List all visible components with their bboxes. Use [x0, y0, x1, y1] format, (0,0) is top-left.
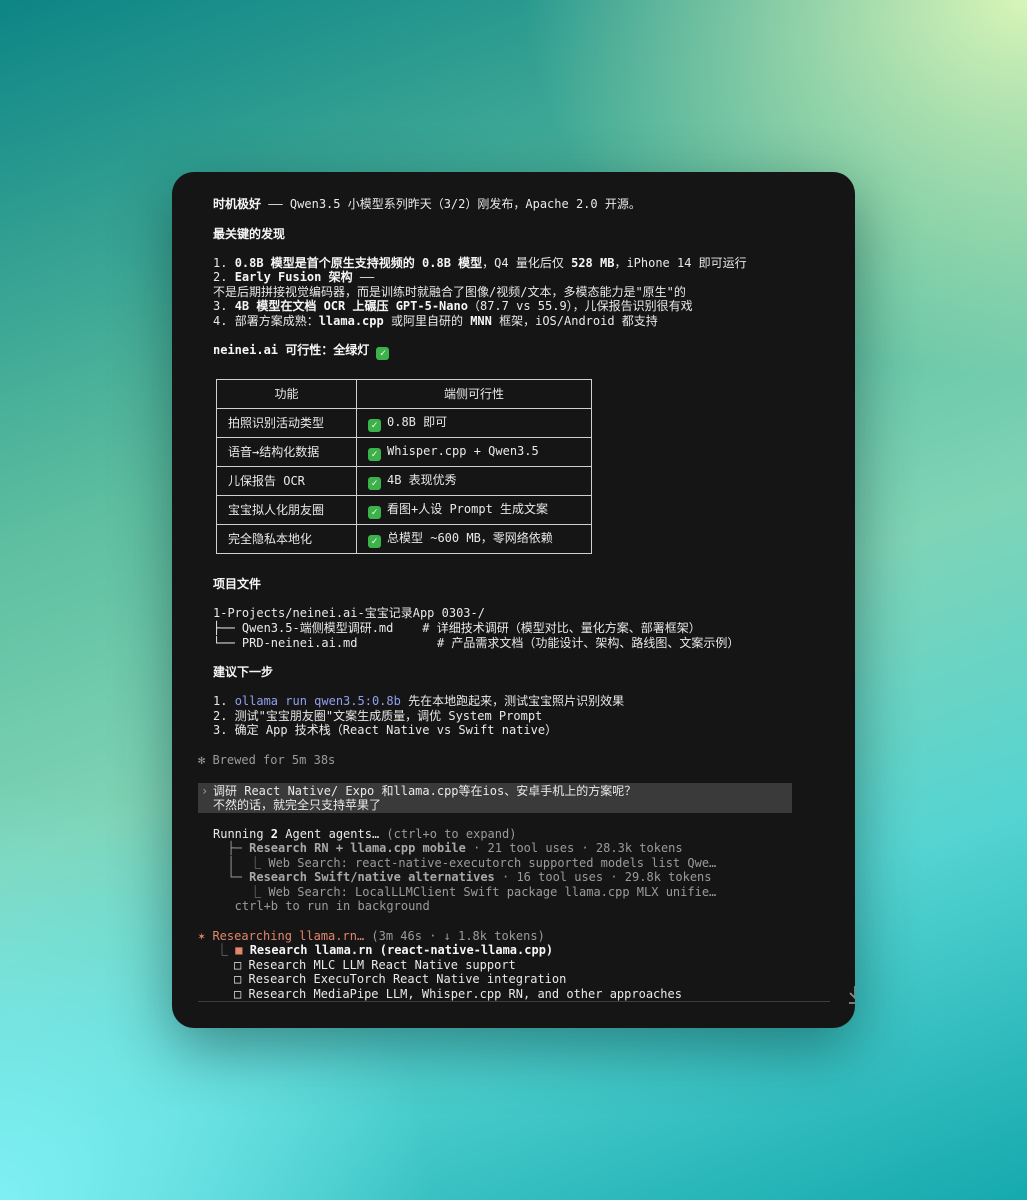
check-icon: ✓ — [368, 418, 381, 432]
finding-1: 1. 0.8B 模型是首个原生支持视频的 0.8B 模型，Q4 量化后仅 528… — [213, 256, 747, 270]
task-item: ⎿ ■ Research llama.rn (react-native-llam… — [216, 943, 554, 957]
task-pending-icon: □ — [234, 958, 242, 972]
file-entry-prd: └── PRD-neinei.ai.md # 产品需求文档（功能设计、架构、路线… — [213, 636, 740, 650]
prompt-line-2: 不然的话，就完全只支持苹果了 — [213, 798, 382, 812]
command-link[interactable]: ollama run qwen3.5:0.8b — [235, 694, 401, 708]
table-header-feasibility: 端侧可行性 — [356, 379, 592, 409]
table-cell-feasibility: ✓ 0.8B 即可 — [356, 408, 592, 438]
table-cell-feature: 完全隐私本地化 — [216, 524, 357, 554]
agent-item[interactable]: └─ Research Swift/native alternatives · … — [213, 870, 711, 885]
check-icon: ✓ — [368, 476, 381, 490]
researching-status: ✶ Researching llama.rn… (3m 46s · ↓ 1.8k… — [198, 929, 545, 943]
table-cell-feature: 宝宝拟人化朋友圈 — [216, 495, 357, 525]
table-header-row: 功能 端侧可行性 — [216, 379, 592, 409]
file-entry-research: ├── Qwen3.5-端侧模型调研.md # 详细技术调研（模型对比、量化方案… — [213, 621, 701, 635]
next-step-3: 3. 确定 App 技术栈（React Native vs Swift nati… — [213, 723, 558, 737]
input-divider — [198, 1001, 830, 1002]
next-steps-heading: 建议下一步 — [213, 665, 274, 679]
task-item: □ Research MediaPipe LLM, Whisper.cpp RN… — [234, 987, 682, 1001]
table-header-feature: 功能 — [216, 379, 357, 409]
table-cell-feasibility: ✓ 看图+人设 Prompt 生成文案 — [356, 495, 592, 525]
finding-4: 4. 部署方案成熟：llama.cpp 或阿里自研的 MNN 框架，iOS/An… — [213, 314, 658, 328]
table-row: 拍照识别活动类型 ✓ 0.8B 即可 — [216, 408, 592, 438]
agent-subtask: │ ⎿ Web Search: react-native-executorch … — [213, 856, 717, 870]
table-cell-feature: 语音→结构化数据 — [216, 437, 357, 467]
table-cell-feasibility: ✓ Whisper.cpp + Qwen3.5 — [356, 437, 592, 467]
table-row: 儿保报告 OCR ✓ 4B 表现优秀 — [216, 466, 592, 496]
files-root: 1-Projects/neinei.ai-宝宝记录App 0303-/ — [213, 606, 485, 620]
check-icon: ✓ — [368, 534, 381, 548]
table-row: 宝宝拟人化朋友圈 ✓ 看图+人设 Prompt 生成文案 — [216, 495, 592, 525]
check-icon: ✓ — [376, 347, 390, 360]
table-cell-feasibility: ✓ 4B 表现优秀 — [356, 466, 592, 496]
finding-2: 2. Early Fusion 架构 —— — [213, 270, 382, 284]
task-pending-icon: □ — [234, 987, 242, 1001]
terminal-window: 时机极好 —— Qwen3.5 小模型系列昨天（3/2）刚发布，Apache 2… — [172, 172, 855, 1028]
intro-line: 时机极好 —— Qwen3.5 小模型系列昨天（3/2）刚发布，Apache 2… — [213, 197, 641, 211]
spinner-icon: ✶ — [198, 929, 213, 943]
task-item: □ Research MLC LLM React Native support — [234, 958, 516, 972]
table-cell-feature: 儿保报告 OCR — [216, 466, 357, 496]
task-active-icon: ■ — [235, 943, 243, 957]
check-icon: ✓ — [368, 447, 381, 461]
agents-running: Running 2 Agent agents… (ctrl+o to expan… — [213, 827, 517, 841]
check-icon: ✓ — [368, 505, 381, 519]
table-cell-feasibility: ✓ 总模型 ~600 MB，零网络依赖 — [356, 524, 592, 554]
task-pending-icon: □ — [234, 972, 242, 986]
next-step-2: 2. 测试"宝宝朋友圈"文案生成质量，调优 System Prompt — [213, 709, 543, 723]
agent-item[interactable]: ├─ Research RN + llama.cpp mobile · 21 t… — [213, 841, 682, 856]
finding-2-cont: 不是后期拼接视觉编码器，而是训练时就融合了图像/视频/文本，多模态能力是"原生"… — [213, 285, 686, 299]
prompt-caret-icon: › — [201, 784, 209, 798]
agent-subtask: ⎿ Web Search: LocalLLMClient Swift packa… — [213, 885, 717, 899]
table-row: 完全隐私本地化 ✓ 总模型 ~600 MB，零网络依赖 — [216, 524, 592, 554]
feasibility-heading: neinei.ai 可行性：全绿灯 ✓ — [213, 343, 395, 360]
task-item: □ Research ExecuTorch React Native integ… — [234, 972, 567, 986]
table-cell-feature: 拍照识别活动类型 — [216, 408, 357, 438]
scroll-down-icon[interactable] — [804, 969, 855, 1004]
terminal-output: 时机极好 —— Qwen3.5 小模型系列昨天（3/2）刚发布，Apache 2… — [172, 172, 855, 1028]
findings-heading: 最关键的发现 — [213, 227, 286, 241]
files-heading: 项目文件 — [213, 577, 262, 591]
next-step-1: 1. ollama run qwen3.5:0.8b 先在本地跑起来，测试宝宝照… — [213, 694, 625, 708]
table-row: 语音→结构化数据 ✓ Whisper.cpp + Qwen3.5 — [216, 437, 592, 467]
finding-3: 3. 4B 模型在文档 OCR 上碾压 GPT-5-Nano（87.7 vs 5… — [213, 299, 693, 313]
feasibility-table: 功能 端侧可行性 拍照识别活动类型 ✓ 0.8B 即可 语音→结构化数据 ✓ Whi… — [216, 379, 592, 554]
background-hint: ctrl+b to run in background — [213, 899, 430, 913]
prompt-line-1: 调研 React Native/ Expo 和llama.cpp等在ios、安卓… — [213, 784, 637, 798]
brewed-status: ✻ Brewed for 5m 38s — [198, 753, 336, 767]
user-prompt[interactable]: › 调研 React Native/ Expo 和llama.cpp等在ios、… — [198, 783, 792, 813]
scroll-down-icon-svg — [849, 985, 855, 1004]
